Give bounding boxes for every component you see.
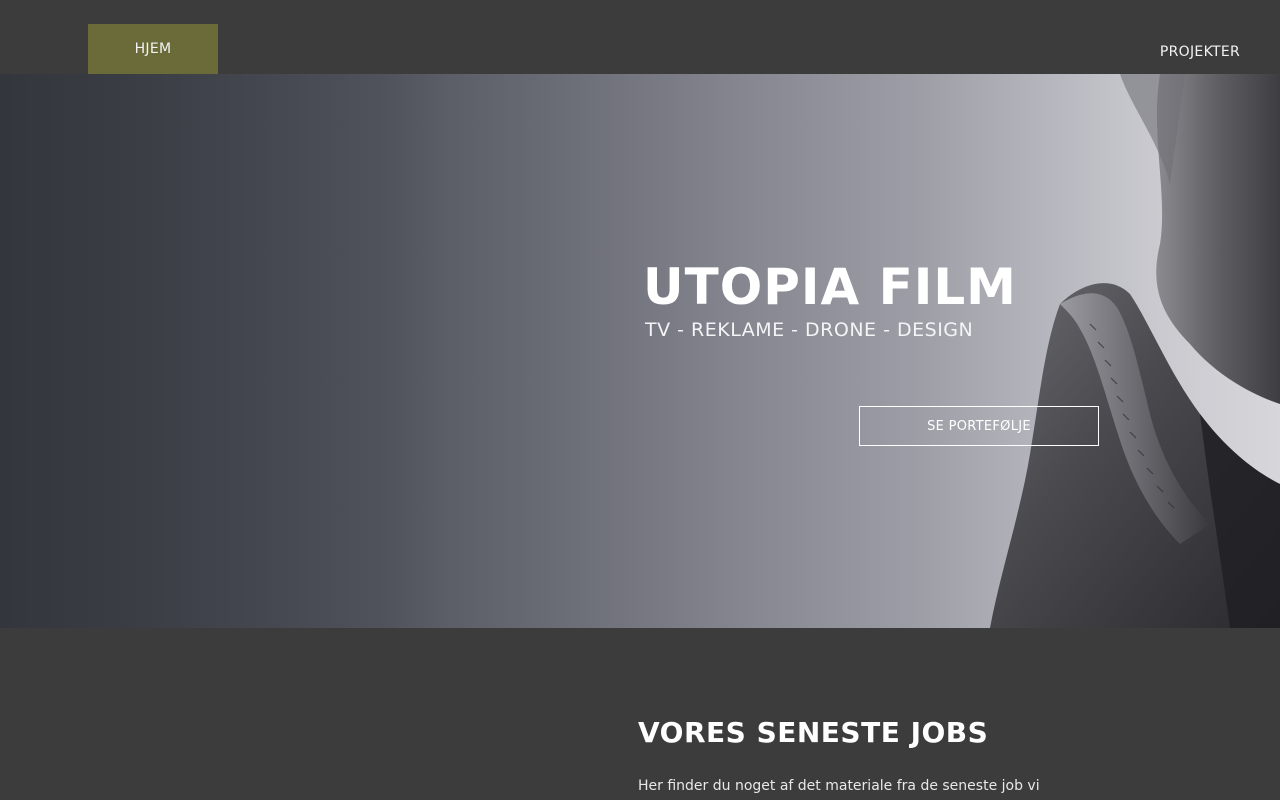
see-portfolio-button[interactable]: SE PORTEFØLJE [859, 406, 1099, 446]
hero-banner: UTOPIA FILM TV - REKLAME - DRONE - DESIG… [0, 74, 1280, 628]
top-navigation: HJEM PROJEKTER [0, 0, 1280, 74]
hero-photo-man-jacket [0, 74, 1280, 628]
hero-subtitle: TV - REKLAME - DRONE - DESIGN [645, 319, 974, 341]
section-title: VORES SENESTE JOBS [638, 716, 989, 749]
nav-projects-link[interactable]: PROJEKTER [1160, 44, 1240, 60]
section-intro-text: Her finder du noget af det materiale fra… [638, 778, 1040, 794]
latest-jobs-section: VORES SENESTE JOBS Her finder du noget a… [0, 628, 1280, 800]
hero-title: UTOPIA FILM [643, 258, 1017, 316]
nav-home-link[interactable]: HJEM [88, 24, 218, 74]
